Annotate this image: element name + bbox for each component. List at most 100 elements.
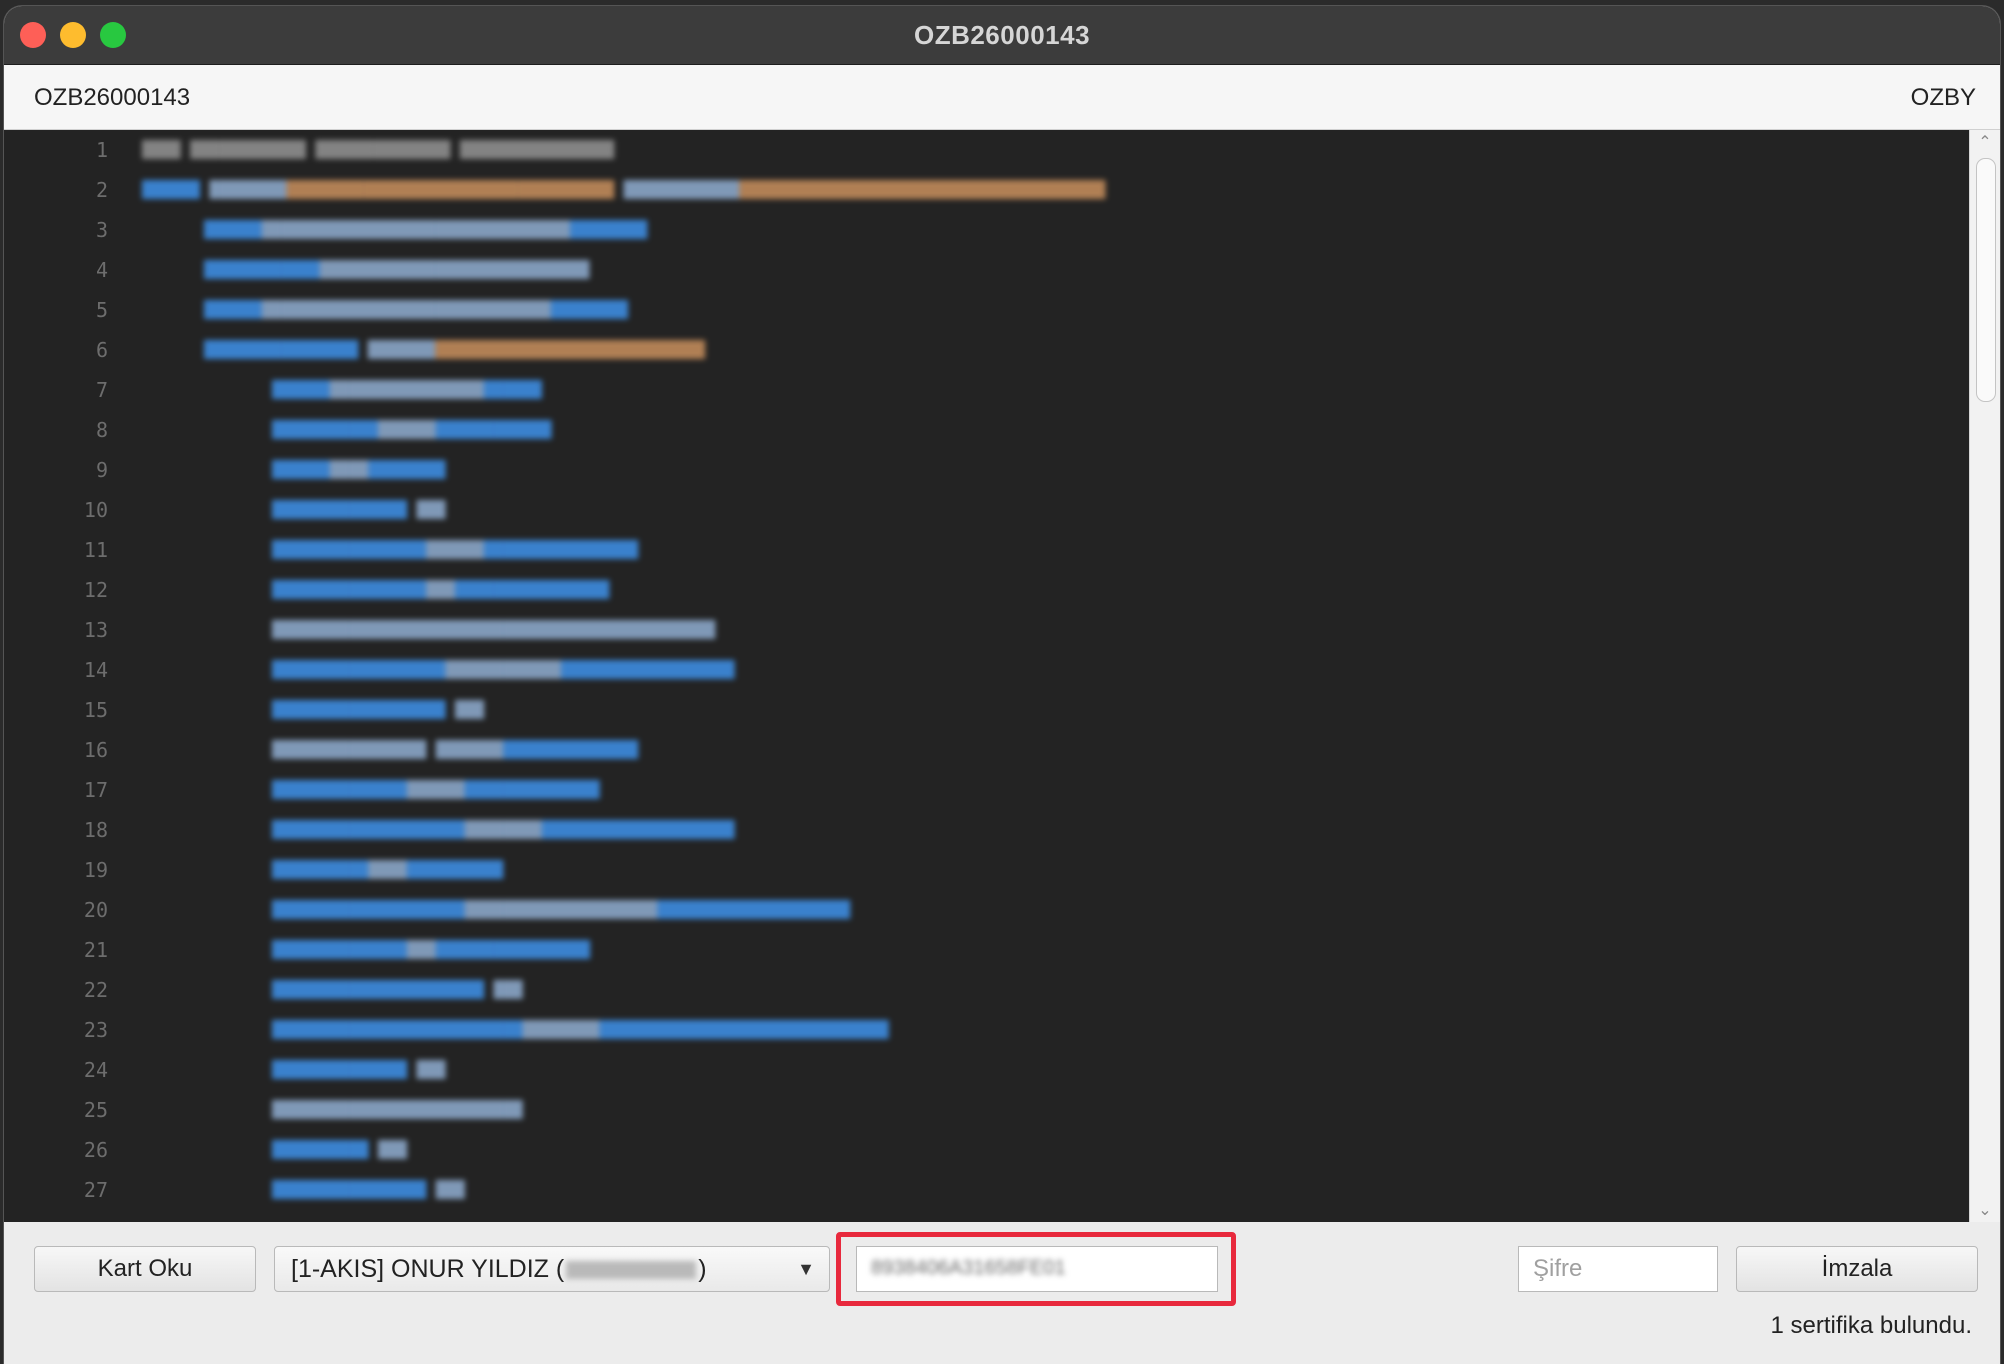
code-text: ██████████████ ███ [272,1060,446,1079]
signing-toolbar: Kart Oku [1-AKIS] ONUR YILDIZ () ▼ 89384… [4,1222,2000,1364]
code-line: 3 ██████████████████████████████████████… [4,212,1974,252]
line-number: 7 [95,378,108,402]
code-line: 17 ██████████████████████████████████ [4,772,1974,812]
code-line: 13 █████████████████████████████████████… [4,612,1974,652]
read-card-button[interactable]: Kart Oku [34,1246,256,1292]
line-number: 19 [83,858,108,882]
line-number: 21 [83,938,108,962]
code-text: ████████████████████████████████████████… [204,300,628,319]
line-number: 27 [83,1178,108,1202]
chevron-down-icon: ▼ [797,1259,815,1279]
line-number: 26 [83,1138,108,1162]
code-text: ██████████████████████ ███ [272,980,523,999]
line-number: 4 [95,258,108,282]
code-text: █████████████████████████████████ [272,940,590,959]
code-text: ████████████████████████████████████████… [272,1020,889,1039]
code-line: 12 ███████████████████████████████████ [4,572,1974,612]
code-line: 25 ██████████████████████████ [4,1092,1974,1132]
certificate-suffix-text: ) [698,1255,707,1283]
code-line: 20 █████████████████████████████████████… [4,892,1974,932]
code-line: 21 █████████████████████████████████ [4,932,1974,972]
code-line: 18 █████████████████████████████████████… [4,812,1974,852]
code-text: ████████████████████████████████████████… [272,660,735,679]
code-text: ██████████████ ███ [272,500,446,519]
redacted-id [566,1261,697,1280]
code-line: 2 ██████ ███████████████████████████████… [4,172,1974,212]
code-text: ██████████ ███ [272,1140,407,1159]
xml-code-viewer[interactable]: 1 ████ ████████████ ██████████████ █████… [4,130,1974,1222]
code-text: ████████████████████████████ [272,380,542,399]
line-number: 11 [83,538,108,562]
code-text: ████████████████████████████████████████… [204,220,648,239]
certificate-select[interactable]: [1-AKIS] ONUR YILDIZ () ▼ [274,1246,830,1292]
window-title: OZB26000143 [913,20,1091,50]
certificate-prefix-text: [1-AKIS] ONUR YILDIZ ( [291,1255,565,1283]
line-number: 17 [83,778,108,802]
line-number: 3 [95,218,108,242]
line-number: 23 [83,1018,108,1042]
line-number: 2 [95,178,108,202]
line-number: 1 [95,138,108,162]
code-text: ████████████████ ███████████████████████… [204,340,705,359]
scroll-thumb[interactable] [1976,158,1996,402]
code-text: █████████████████████████████ [272,420,552,439]
code-line: 10 ██████████████ ███ [4,492,1974,532]
title-bar: OZB26000143 [4,6,2000,65]
certificate-serial-field[interactable]: 8938406A31658FE01 [856,1246,1218,1292]
code-line: 9 ██████████████████ [4,452,1974,492]
code-line: 11 █████████████████████████████████████… [4,532,1974,572]
code-text: ██████████████████ ███ [272,700,484,719]
code-text: ████████████████████████████████████████… [272,820,735,839]
document-id-label: OZB26000143 [34,84,191,111]
code-line: 5 ██████████████████████████████████████… [4,292,1974,332]
line-number: 12 [83,578,108,602]
code-line: 24 ██████████████ ███ [4,1052,1974,1092]
code-text: ████████████████████████ [272,860,504,879]
line-number: 20 [83,898,108,922]
line-number: 18 [83,818,108,842]
line-number: 16 [83,738,108,762]
code-text: ████ ████████████ ██████████████ ███████… [142,140,615,159]
code-line: 7 ████████████████████████████ [4,372,1974,412]
code-line: 27 ████████████████ ███ [4,1172,1974,1212]
scroll-down-arrow-icon[interactable]: ⌄ [1970,1200,2000,1220]
code-line: 23 █████████████████████████████████████… [4,1012,1974,1052]
app-window: OZB26000143 OZB26000143 OZBY 1 ████ ████… [4,6,2000,1364]
vertical-scrollbar[interactable]: ⌃ ⌄ [1969,130,2000,1222]
code-text: ████████████████ █████████████████████ [272,740,639,759]
code-line: 8 █████████████████████████████ [4,412,1974,452]
line-number: 13 [83,618,108,642]
code-text: ███████████████████████████████████ [272,580,610,599]
code-text: ████████████████████████████████████████ [204,260,590,279]
line-number: 14 [83,658,108,682]
code-text: ████████████████████████████████████████… [272,900,850,919]
line-number: 6 [95,338,108,362]
line-number: 15 [83,698,108,722]
document-info-bar: OZB26000143 OZBY [4,65,2000,130]
status-text: 1 sertifika bulundu. [1770,1312,1972,1339]
line-number: 8 [95,418,108,442]
code-text: ██████████████████████████████████ [272,780,600,799]
line-number: 5 [95,298,108,322]
sign-button[interactable]: İmzala [1736,1246,1978,1292]
code-text: ██████████████████████████ [272,1100,523,1119]
code-line: 26 ██████████ ███ [4,1132,1974,1172]
code-text: ██████████████████ [272,460,446,479]
certificate-serial-value: 8938406A31658FE01 [871,1257,1066,1279]
code-line: 14 █████████████████████████████████████… [4,652,1974,692]
line-number: 25 [83,1098,108,1122]
line-number: 10 [83,498,108,522]
code-line: 1 ████ ████████████ ██████████████ █████… [4,132,1974,172]
line-number: 9 [95,458,108,482]
code-text: ██████ █████████████████████████████████… [142,180,1106,199]
certificate-select-value: [1-AKIS] ONUR YILDIZ () [291,1255,707,1284]
scroll-up-arrow-icon[interactable]: ⌃ [1970,132,2000,152]
code-line: 4 ██████████████████████████████████████… [4,252,1974,292]
line-number: 22 [83,978,108,1002]
document-type-label: OZBY [1910,84,1976,111]
password-input[interactable] [1518,1246,1718,1292]
code-line: 6 ████████████████ █████████████████████… [4,332,1974,372]
code-line: 16 ████████████████ ████████████████████… [4,732,1974,772]
code-text: ████████████████████████████████████████… [272,620,716,639]
code-line: 22 ██████████████████████ ███ [4,972,1974,1012]
